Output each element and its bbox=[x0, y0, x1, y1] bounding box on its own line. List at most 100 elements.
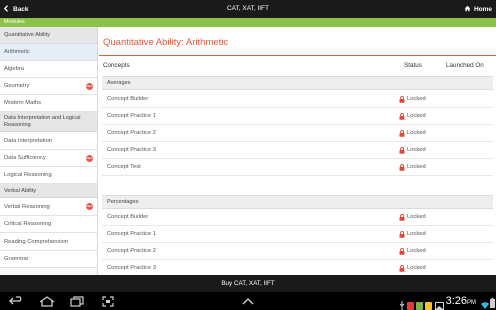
sidebar-item-label: Critical Reasoning bbox=[4, 221, 52, 227]
concept-name: Concept Practice 1 bbox=[107, 113, 156, 119]
sidebar-item-label: Algebra bbox=[4, 66, 24, 72]
title-divider bbox=[99, 55, 496, 56]
concept-status: Locked bbox=[399, 142, 426, 158]
sidebar-item-logical-reasoning[interactable]: Logical Reasoning bbox=[0, 167, 97, 184]
lock-icon bbox=[399, 129, 405, 137]
status-text: Locked bbox=[407, 248, 426, 254]
lock-icon bbox=[399, 230, 405, 238]
concept-row[interactable]: Concept Practice 1 Locked bbox=[102, 108, 493, 125]
concept-name: Concept Practice 2 bbox=[107, 130, 156, 136]
concept-status: Locked bbox=[399, 125, 426, 141]
sidebar-section-quantitative-ability: Quantitative Ability bbox=[0, 27, 97, 44]
menu-up-button[interactable] bbox=[240, 295, 256, 307]
sidebar-item-geometry[interactable]: Geometry New bbox=[0, 78, 97, 95]
sidebar-item-data-interpretation[interactable]: Data Interpretation bbox=[0, 132, 97, 150]
sidebar-item-data-sufficiency[interactable]: Data Sufficiency New bbox=[0, 150, 97, 167]
buy-button[interactable]: Buy CAT, XAT, IIFT bbox=[0, 275, 496, 292]
concept-name: Concept Practice 1 bbox=[107, 231, 156, 237]
concept-row[interactable]: Concept Practice 1 Locked bbox=[102, 226, 493, 243]
lock-icon bbox=[399, 213, 405, 221]
concept-status: Locked bbox=[399, 108, 426, 124]
concept-row[interactable]: Concept Practice 2 Locked bbox=[102, 243, 493, 260]
status-text: Locked bbox=[407, 147, 426, 153]
back-nav-icon bbox=[9, 296, 25, 306]
modules-bar: Modules bbox=[0, 18, 496, 27]
status-text: Locked bbox=[407, 113, 426, 119]
image-icon bbox=[435, 297, 444, 310]
sidebar-item-label: Data Sufficiency bbox=[4, 155, 46, 161]
status-text: Locked bbox=[407, 214, 426, 220]
wifi-icon bbox=[481, 296, 489, 310]
concept-status: Locked bbox=[399, 243, 426, 259]
back-label: Back bbox=[13, 5, 29, 13]
system-clock: 3:26PM bbox=[446, 293, 476, 310]
group-header-averages: Averages bbox=[102, 76, 493, 90]
recent-apps-icon bbox=[70, 295, 84, 307]
concept-row[interactable]: Concept Test Locked bbox=[102, 159, 493, 176]
home-icon bbox=[464, 5, 471, 14]
usb-icon bbox=[399, 297, 405, 310]
sidebar-item-label: Data Interpretation bbox=[4, 137, 53, 144]
sidebar-item-label: Geometry bbox=[4, 83, 30, 89]
concept-row[interactable]: Concept Practice 3 Locked bbox=[102, 142, 493, 159]
sidebar-item-label: Reading Comprehension bbox=[4, 238, 69, 245]
status-text: Locked bbox=[407, 130, 426, 136]
sidebar-item-label: Arithmetic bbox=[4, 49, 30, 55]
screenshot-button[interactable] bbox=[100, 295, 116, 307]
back-arrow-icon bbox=[3, 4, 10, 14]
home-nav-button[interactable] bbox=[38, 295, 56, 307]
status-text: Locked bbox=[407, 164, 426, 170]
lock-icon bbox=[399, 95, 405, 103]
sidebar-item-critical-reasoning[interactable]: Critical Reasoning bbox=[0, 216, 97, 233]
download-icon bbox=[425, 297, 432, 310]
status-text: Locked bbox=[407, 265, 426, 271]
concept-name: Concept Practice 3 bbox=[107, 147, 156, 153]
column-header-concepts: Concepts bbox=[103, 62, 130, 69]
lock-icon bbox=[399, 146, 405, 154]
sidebar-section-data-interpretation: Data Interpretation and Logical Reasonin… bbox=[0, 112, 97, 132]
sidebar-item-verbal-reasoning[interactable]: Verbal Reasoning New bbox=[0, 198, 97, 216]
home-button[interactable]: Home bbox=[464, 0, 492, 18]
sidebar-item-label: Logical Reasoning bbox=[4, 172, 52, 178]
lock-icon bbox=[399, 112, 405, 120]
group-header-percentages: Percentages bbox=[102, 195, 493, 209]
sidebar-item-label: Modern Maths bbox=[4, 100, 42, 106]
concept-row[interactable]: Concept Practice 2 Locked bbox=[102, 125, 493, 142]
home-nav-icon bbox=[39, 295, 55, 307]
system-navigation-bar: 3:26PM bbox=[0, 292, 496, 310]
lock-icon bbox=[399, 247, 405, 255]
column-header-status: Status bbox=[404, 62, 422, 69]
clock-suffix: PM bbox=[467, 300, 476, 306]
sidebar-item-algebra[interactable]: Algebra bbox=[0, 61, 97, 78]
sidebar-item-modern-maths[interactable]: Modern Maths bbox=[0, 95, 97, 112]
lock-icon bbox=[399, 264, 405, 272]
concept-row[interactable]: Concept Builder Locked bbox=[102, 209, 493, 226]
module-sidebar: Quantitative Ability Arithmetic Algebra … bbox=[0, 27, 98, 275]
recent-apps-button[interactable] bbox=[68, 295, 86, 307]
sidebar-item-label: Verbal Reasoning bbox=[4, 203, 50, 210]
concept-status: Locked bbox=[399, 260, 426, 275]
new-badge: New bbox=[86, 154, 93, 162]
concept-status: Locked bbox=[399, 91, 426, 107]
column-header-launched-on: Launched On bbox=[446, 62, 484, 69]
back-button[interactable]: Back bbox=[3, 0, 29, 18]
sidebar-section-verbal-ability: Verbal Ability bbox=[0, 184, 97, 198]
concept-name: Concept Builder bbox=[107, 214, 149, 220]
lock-icon bbox=[399, 163, 405, 171]
concept-name: Concept Practice 3 bbox=[107, 265, 156, 271]
concept-row[interactable]: Concept Builder Locked bbox=[102, 91, 493, 108]
sidebar-item-grammar[interactable]: Grammar bbox=[0, 251, 97, 268]
concept-status: Locked bbox=[399, 209, 426, 225]
sidebar-item-reading-comprehension[interactable]: Reading Comprehension bbox=[0, 233, 97, 251]
screenshot-icon bbox=[102, 295, 114, 307]
app-notification-icon bbox=[416, 297, 423, 310]
status-text: Locked bbox=[407, 96, 426, 102]
back-nav-button[interactable] bbox=[8, 295, 26, 307]
action-bar: Back CAT, XAT, IIFT Home bbox=[0, 0, 496, 18]
concept-row[interactable]: Concept Practice 3 Locked bbox=[102, 260, 493, 275]
page-title: Quantitative Ability: Arithmetic bbox=[103, 37, 229, 48]
status-text: Locked bbox=[407, 231, 426, 237]
battery-icon bbox=[490, 295, 495, 310]
new-badge: New bbox=[86, 82, 93, 90]
sidebar-item-arithmetic[interactable]: Arithmetic bbox=[0, 44, 97, 61]
